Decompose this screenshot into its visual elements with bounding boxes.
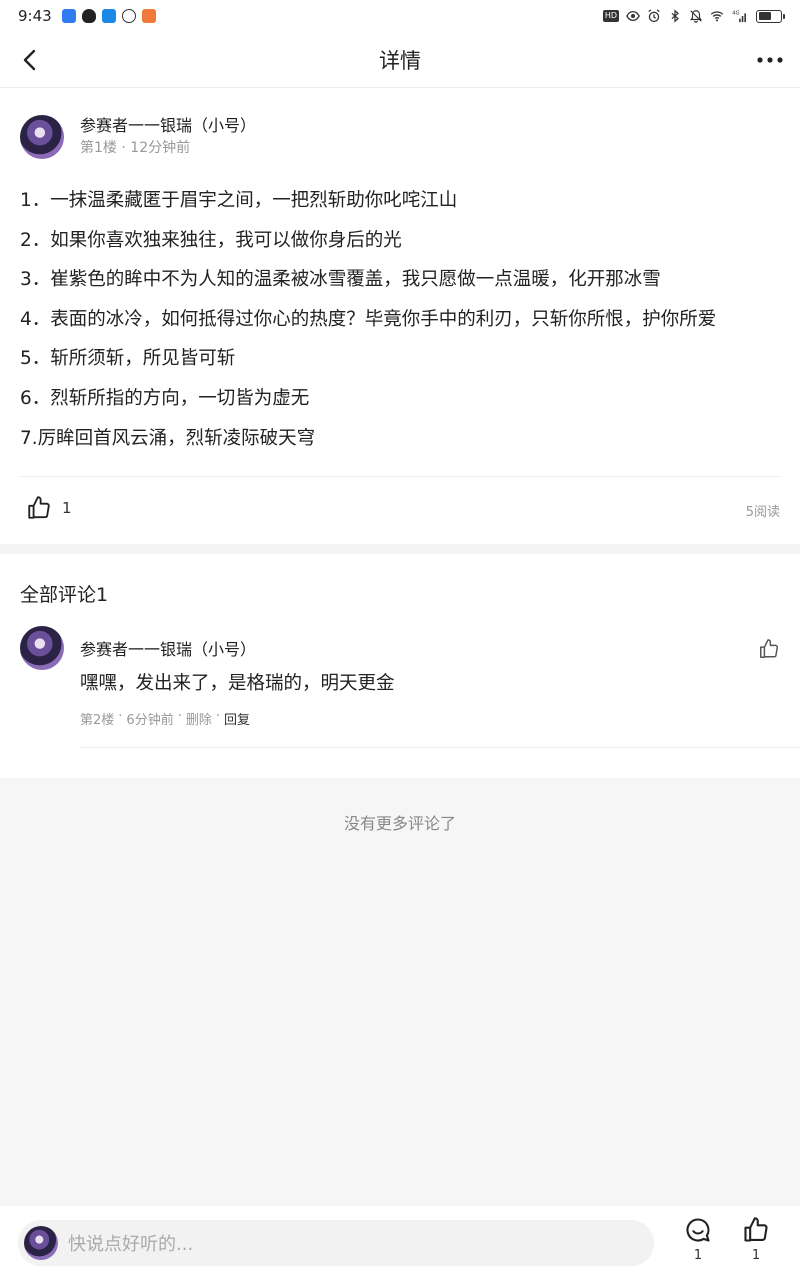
bluetooth-icon [671, 9, 680, 23]
post-author-info: 参赛者一一银瑞（小号） 第1楼 · 12分钟前 [80, 115, 256, 159]
post-line: 6．烈斩所指的方向，一切皆为虚无 [20, 387, 310, 409]
network-type: 4G [732, 10, 739, 16]
post-time: 12分钟前 [130, 140, 191, 156]
app-notification-icon [61, 9, 76, 23]
thumbs-up-icon [744, 1217, 768, 1242]
comment-delete-button[interactable]: 删除 [186, 709, 212, 728]
alarm-icon [648, 9, 660, 23]
status-right: HD 4G [602, 9, 785, 23]
comments-section: 全部评论1 参赛者一一银瑞（小号） 嘿嘿，发出来了，是格瑞的，明天更金 第2楼 … [0, 554, 800, 778]
like-button[interactable]: 1 [736, 1216, 776, 1264]
bottom-bar: 快说点好听的... 1 1 [0, 1206, 800, 1280]
post-author-name[interactable]: 参赛者一一银瑞（小号） [80, 115, 256, 137]
avatar[interactable] [20, 115, 64, 159]
security-app-icon [101, 9, 116, 23]
post-content: 1．一抹温柔藏匿于眉宇之间，一把烈斩助你叱咤江山 2．如果你喜欢独来独往，我可以… [20, 181, 790, 458]
post-line: 4．表面的冰冷，如何抵得过你心的热度？毕竟你手中的利刃，只斩你所恨，护你所爱 [20, 308, 717, 330]
post-line: 5．斩所须斩，所见皆可斩 [20, 348, 236, 370]
like-count: 1 [751, 1248, 761, 1263]
divider [20, 476, 780, 477]
post-author-block[interactable]: 参赛者一一银瑞（小号） 第1楼 · 12分钟前 [20, 115, 256, 159]
battery-icon [756, 9, 785, 23]
comments-end-area: 没有更多评论了 [0, 778, 800, 1206]
nav-bar: 详情 [0, 32, 800, 88]
thumbs-up-icon [760, 639, 778, 658]
meta-separator: · [118, 709, 123, 724]
page-title: 详情 [379, 48, 421, 73]
comment-item: 参赛者一一银瑞（小号） 嘿嘿，发出来了，是格瑞的，明天更金 第2楼 · 6分钟前… [20, 626, 800, 748]
meta-separator: · [121, 140, 131, 156]
comment-text: 嘿嘿，发出来了，是格瑞的，明天更金 [80, 673, 395, 694]
eye-icon [626, 10, 640, 22]
post-line: 1．一抹温柔藏匿于眉宇之间，一把烈斩助你叱咤江山 [20, 190, 458, 211]
avatar [24, 1226, 58, 1260]
post: 参赛者一一银瑞（小号） 第1楼 · 12分钟前 1．一抹温柔藏匿于眉宇之间，一把… [0, 89, 800, 544]
divider [80, 747, 800, 748]
post-line: 7.厉眸回首风云涌，烈斩凌际破天穹 [20, 427, 316, 449]
post-meta: 第1楼 · 12分钟前 [80, 138, 256, 158]
status-left: 9:43 [18, 7, 156, 25]
chevron-left-icon [23, 49, 36, 71]
more-dots-icon [757, 57, 783, 63]
post-line: 2．如果你喜欢独来独往，我可以做你身后的光 [20, 229, 402, 251]
comment-button[interactable]: 1 [678, 1216, 718, 1264]
section-gap [0, 544, 800, 554]
comments-title: 全部评论1 [20, 584, 109, 606]
post-floor: 第1楼 [80, 140, 117, 156]
thumbs-up-icon [28, 496, 50, 519]
comment-author-name[interactable]: 参赛者一一银瑞（小号） [80, 636, 256, 660]
comment-input-placeholder: 快说点好听的... [68, 1234, 194, 1255]
comment-count: 1 [693, 1248, 703, 1263]
post-like-button[interactable]: 1 [26, 495, 72, 521]
comment-meta: 第2楼 · 6分钟前 · 删除 · 回复 [80, 709, 250, 728]
wifi-icon [710, 11, 724, 22]
meta-separator: · [177, 709, 182, 724]
comment-bubble-icon [686, 1218, 710, 1242]
browser-icon [121, 9, 136, 23]
post-line: 3．崔紫色的眸中不为人知的温柔被冰雪覆盖，我只愿做一点温暖，化开那冰雪 [20, 269, 661, 291]
post-like-count: 1 [62, 499, 72, 517]
post-read-count: 5阅读 [745, 505, 780, 520]
status-time: 9:43 [18, 7, 52, 25]
more-button[interactable] [754, 44, 786, 76]
back-button[interactable] [14, 44, 46, 76]
battery-level [758, 12, 772, 20]
comment-time: 6分钟前 [126, 713, 174, 728]
status-bar: 9:43 HD 4G [0, 0, 800, 32]
comment-like-button[interactable] [758, 638, 780, 664]
meta-separator: · [215, 709, 220, 724]
avatar[interactable] [20, 626, 64, 670]
comment-input[interactable]: 快说点好听的... [18, 1220, 654, 1266]
comment-reply-button[interactable]: 回复 [224, 709, 250, 728]
no-more-comments: 没有更多评论了 [343, 814, 456, 833]
qq-icon [81, 9, 96, 23]
hd-icon: HD [602, 10, 619, 22]
gallery-app-icon [141, 9, 156, 23]
comment-floor: 第2楼 [80, 713, 115, 728]
signal-icon: 4G [732, 10, 746, 23]
mute-icon [690, 10, 702, 23]
